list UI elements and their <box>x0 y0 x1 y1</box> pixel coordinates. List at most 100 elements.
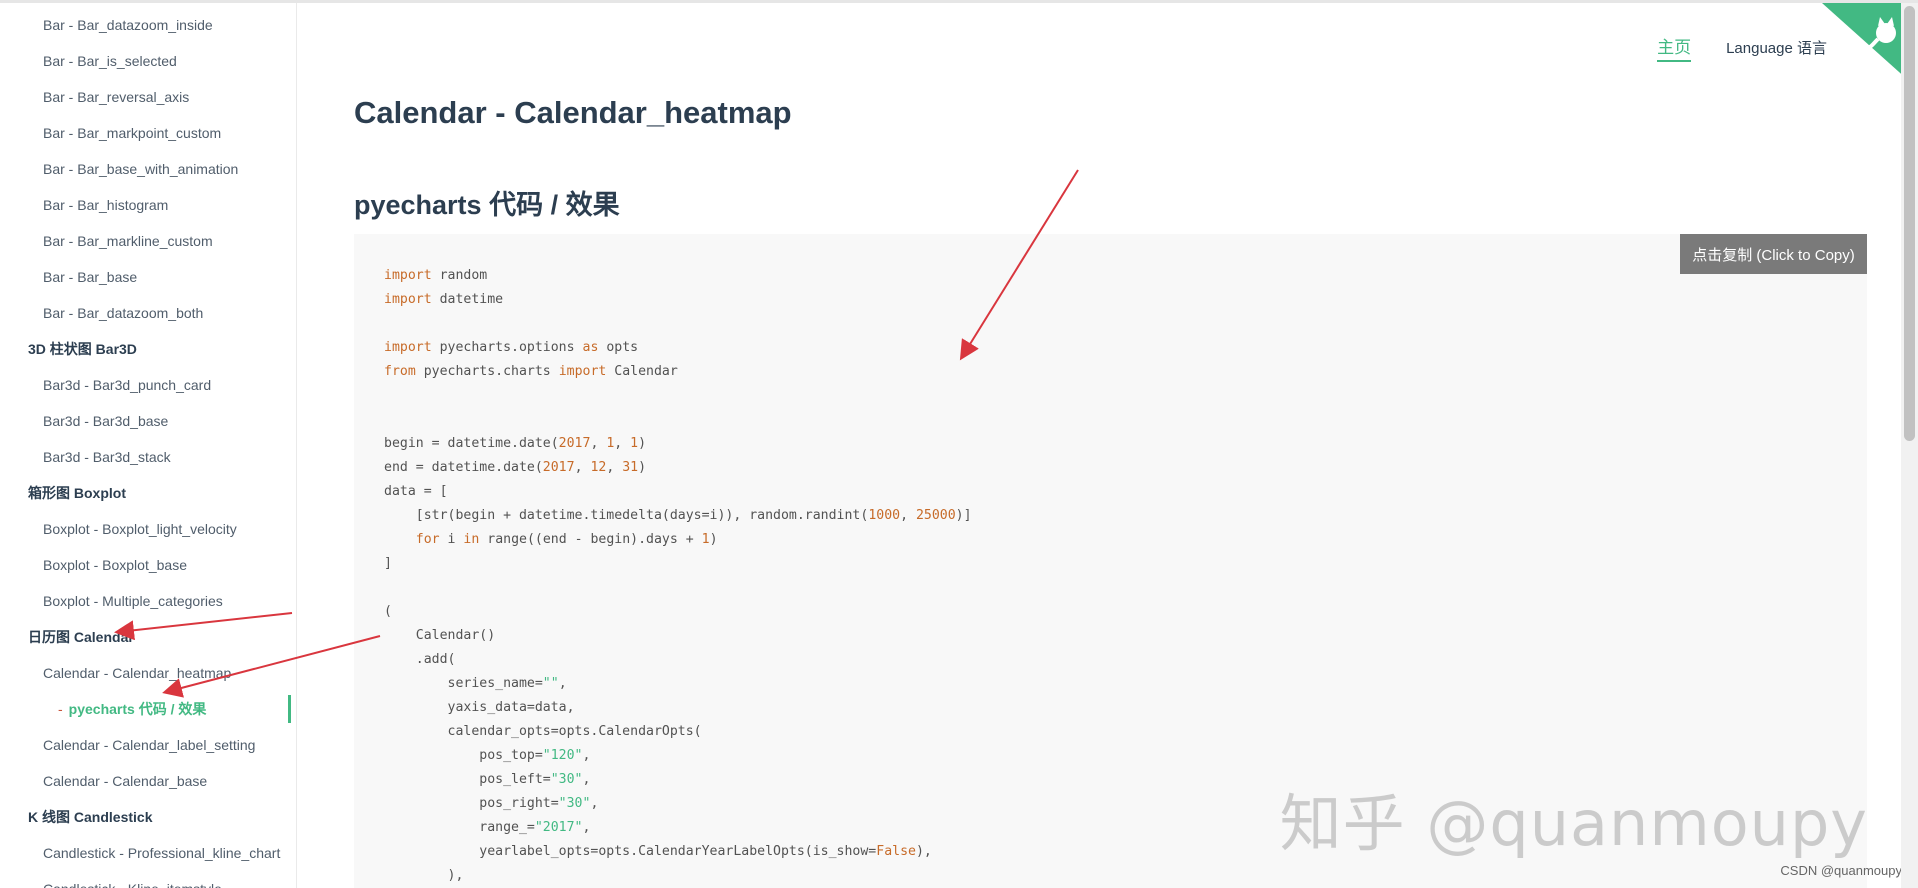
sidebar-item[interactable]: Bar - Bar_datazoom_both <box>0 295 296 331</box>
sidebar-list: Bar - Bar_datazoom_inside Bar - Bar_is_se… <box>0 3 296 888</box>
code-token: , <box>582 820 591 835</box>
sidebar-item-label: pyecharts 代码 / 效果 <box>68 701 207 717</box>
code-token: )] <box>955 508 972 523</box>
code-token: "2017" <box>534 820 583 835</box>
code-line: ] <box>384 552 972 576</box>
code-block: 点击复制 (Click to Copy) import random import… <box>354 234 1867 888</box>
sidebar-group-header[interactable]: 日历图 Calendar <box>0 619 296 655</box>
code-line: import random <box>384 264 972 288</box>
code-token: , <box>582 748 591 763</box>
sidebar-item[interactable]: Candlestick - Professional_kline_chart <box>0 835 296 871</box>
code-line: ), <box>384 864 972 888</box>
code-token: pos_right= <box>384 796 559 811</box>
sidebar-item[interactable]: Bar - Bar_reversal_axis <box>0 79 296 115</box>
sidebar-item[interactable]: Bar - Bar_markline_custom <box>0 223 296 259</box>
code-line: begin = datetime.date(2017, 1, 1) <box>384 432 972 456</box>
sidebar-item-label: Bar - Bar_reversal_axis <box>43 89 190 105</box>
code-token: "30" <box>558 796 591 811</box>
sidebar-item[interactable]: Bar - Bar_base_with_animation <box>0 151 296 187</box>
code-token: , <box>558 676 567 691</box>
code-line: pos_top="120", <box>384 744 972 768</box>
code-token: 2017 <box>558 436 591 451</box>
sidebar-subitem-active[interactable]: - pyecharts 代码 / 效果 <box>0 691 296 727</box>
sidebar-group-header[interactable]: 3D 柱状图 Bar3D <box>0 331 296 367</box>
sidebar-item-label: 日历图 Calendar <box>28 629 134 645</box>
nav-home-link[interactable]: 主页 <box>1657 33 1692 62</box>
sidebar-item-label: 3D 柱状图 Bar3D <box>28 341 137 357</box>
sidebar-item[interactable]: Calendar - Calendar_heatmap <box>0 655 296 691</box>
code-token: ), <box>384 868 464 883</box>
code-line: data = [ <box>384 480 972 504</box>
code-token: i <box>439 532 464 547</box>
code-line: range_="2017", <box>384 816 972 840</box>
code-line: yaxis_data=data, <box>384 696 972 720</box>
code-token: ) <box>709 532 718 547</box>
sidebar-item-label: Calendar - Calendar_base <box>43 773 208 789</box>
code-token: ), <box>915 844 932 859</box>
code-token: as <box>582 340 599 355</box>
code-token: begin = datetime.date( <box>384 436 559 451</box>
credit-text: CSDN @quanmoupy <box>1780 863 1902 878</box>
code-token: , <box>606 460 623 475</box>
nav-language-menu[interactable]: Language 语言 <box>1726 37 1827 58</box>
code-token: , <box>614 436 631 451</box>
code-line: import datetime <box>384 288 972 312</box>
sidebar-item-label: Boxplot - Multiple_categories <box>43 593 223 609</box>
sidebar-item[interactable]: Bar - Bar_base <box>0 259 296 295</box>
code-line: .add( <box>384 648 972 672</box>
code-token: datetime <box>431 292 504 307</box>
code-token: ) <box>638 436 647 451</box>
code-token: ) <box>638 460 647 475</box>
code-token: range((end - begin).days + <box>479 532 702 547</box>
sidebar-item[interactable]: Bar3d - Bar3d_stack <box>0 439 296 475</box>
code-token: pyecharts.options <box>431 340 583 355</box>
code-token: pyecharts.charts <box>415 364 559 379</box>
code-token: opts <box>598 340 639 355</box>
sidebar-item[interactable]: Boxplot - Boxplot_base <box>0 547 296 583</box>
code-token: 1 <box>630 436 639 451</box>
sidebar-item-label: Bar3d - Bar3d_stack <box>43 449 171 465</box>
main-content: 主页 Language 语言 Calendar - Calendar_heatm… <box>297 3 1918 888</box>
code-token: end = datetime.date( <box>384 460 543 475</box>
code-token: import <box>384 340 432 355</box>
code-token: 1000 <box>868 508 901 523</box>
sidebar-subitem-prefix: - <box>58 701 63 717</box>
sidebar-item[interactable]: Bar - Bar_datazoom_inside <box>0 7 296 43</box>
scrollbar-thumb[interactable] <box>1904 6 1915 441</box>
sidebar-item[interactable]: Bar - Bar_histogram <box>0 187 296 223</box>
page-title: Calendar - Calendar_heatmap <box>354 95 792 130</box>
sidebar-item[interactable]: Bar - Bar_is_selected <box>0 43 296 79</box>
sidebar-item[interactable]: Bar3d - Bar3d_punch_card <box>0 367 296 403</box>
code-token: .add( <box>384 652 456 667</box>
sidebar-item[interactable]: Boxplot - Boxplot_light_velocity <box>0 511 296 547</box>
copy-code-button[interactable]: 点击复制 (Click to Copy) <box>1680 234 1867 274</box>
sidebar-item[interactable]: Calendar - Calendar_label_setting <box>0 727 296 763</box>
sidebar-item-label: Candlestick - Professional_kline_chart <box>43 845 281 861</box>
sidebar-group-header[interactable]: 箱形图 Boxplot <box>0 475 296 511</box>
sidebar-item[interactable]: Boxplot - Multiple_categories <box>0 583 296 619</box>
code-line: [str(begin + datetime.timedelta(days=i))… <box>384 504 972 528</box>
sidebar-item[interactable]: Bar - Bar_markpoint_custom <box>0 115 296 151</box>
code-token: 12 <box>590 460 607 475</box>
top-nav: 主页 Language 语言 <box>1657 33 1827 62</box>
sidebar-item-label: Boxplot - Boxplot_light_velocity <box>43 521 237 537</box>
sidebar-item-label: Bar - Bar_base <box>43 269 138 285</box>
sidebar-item-label: Bar - Bar_datazoom_inside <box>43 17 213 33</box>
sidebar-group-header[interactable]: K 线图 Candlestick <box>0 799 296 835</box>
code-line: pos_left="30", <box>384 768 972 792</box>
code-token: 2017 <box>542 460 575 475</box>
code-line: ( <box>384 600 972 624</box>
code-token: "30" <box>550 772 583 787</box>
sidebar-item[interactable]: Bar3d - Bar3d_base <box>0 403 296 439</box>
sidebar-item-label: Boxplot - Boxplot_base <box>43 557 187 573</box>
sidebar-item-label: Bar - Bar_base_with_animation <box>43 161 239 177</box>
sidebar-item[interactable]: Calendar - Calendar_base <box>0 763 296 799</box>
code-token: yearlabel_opts=opts.CalendarYearLabelOpt… <box>384 844 877 859</box>
code-token: ] <box>384 556 392 571</box>
sidebar-item-label: Calendar - Calendar_heatmap <box>43 665 232 681</box>
sidebar-item[interactable]: Candlestick - Kline_itemstyle <box>0 871 296 888</box>
page-scrollbar[interactable] <box>1901 3 1918 888</box>
